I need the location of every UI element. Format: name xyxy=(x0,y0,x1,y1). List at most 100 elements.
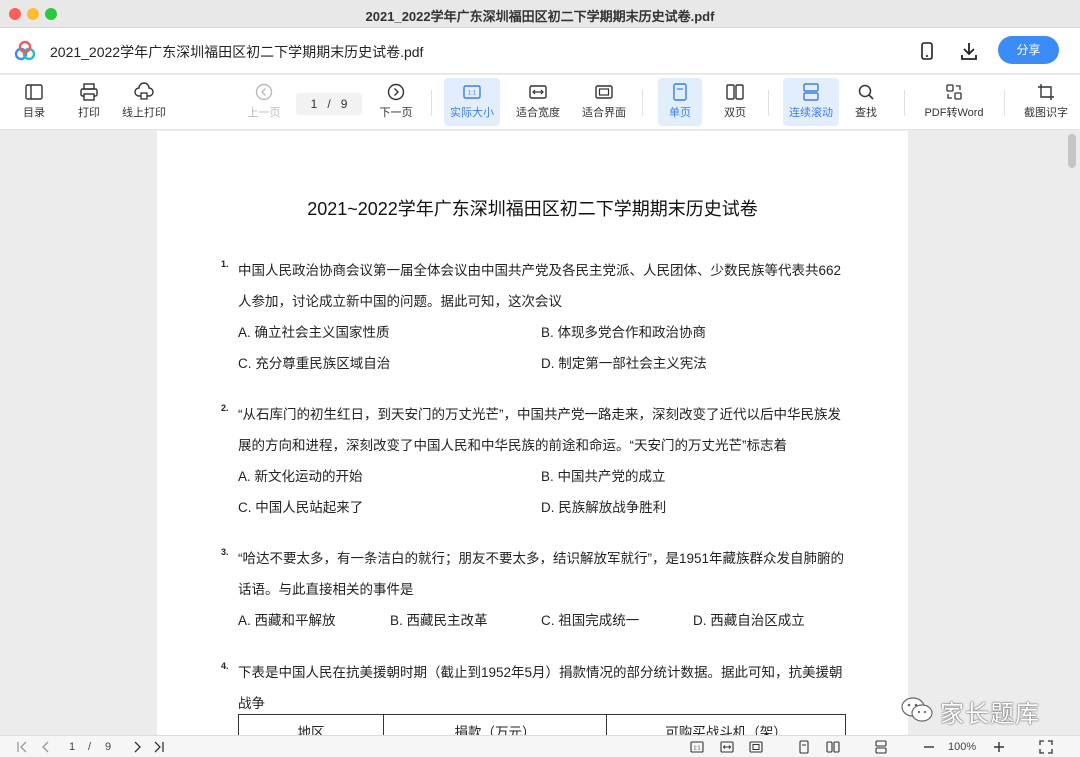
question-number: 2. xyxy=(221,403,229,413)
question-number: 1. xyxy=(221,259,229,269)
sidebar-icon xyxy=(25,84,43,100)
question-text-line: 话语。与此直接相关的事件是 xyxy=(238,582,414,597)
double-page-icon xyxy=(726,84,744,100)
chevron-left-circle-icon xyxy=(255,83,273,101)
option-d: D. 制定第一部社会主义宪法 xyxy=(541,356,707,371)
next-page-button[interactable]: 下一页 xyxy=(376,78,416,126)
app-logo-icon xyxy=(14,40,36,61)
page-current: 1 xyxy=(310,97,318,111)
question-number: 3. xyxy=(221,547,229,557)
actual-size-label: 实际大小 xyxy=(450,107,494,119)
continuous-scroll-label: 连续滚动 xyxy=(789,107,833,119)
question-text-line: 战争 xyxy=(238,696,265,711)
ocr-label: 截图识字 xyxy=(1024,107,1068,119)
wechat-icon xyxy=(901,697,933,722)
option-a: A. 新文化运动的开始 xyxy=(238,469,363,484)
option-d: D. 西藏自治区成立 xyxy=(693,613,805,628)
question-text-line: “哈达不要太多，有一条洁白的就行；朋友不要太多，结识解放军就行”，是1951年藏… xyxy=(238,551,845,566)
question-text-line: 下表是中国人民在抗美援朝时期（截止到1952年5月）捐款情况的部分统计数据。据此… xyxy=(238,665,843,680)
last-page-icon[interactable] xyxy=(152,739,166,755)
next-page-icon[interactable] xyxy=(130,739,144,755)
next-page-label: 下一页 xyxy=(379,107,413,119)
fullscreen-icon[interactable] xyxy=(1039,739,1053,755)
first-page-icon[interactable] xyxy=(15,739,29,755)
toolbar-divider xyxy=(768,90,769,116)
double-page-label: 双页 xyxy=(724,107,746,119)
fit-width-icon[interactable] xyxy=(720,739,734,755)
document-viewer[interactable]: 2021~2022学年广东深圳福田区初二下学期期末历史试卷 1. 中国人民政治协… xyxy=(0,131,1080,735)
toc-button[interactable]: 目录 xyxy=(14,78,54,126)
option-a: A. 确立社会主义国家性质 xyxy=(238,325,390,340)
double-page-icon[interactable] xyxy=(826,739,840,755)
document-title: 2021_2022学年广东深圳福田区初二下学期期末历史试卷.pdf xyxy=(50,44,424,60)
single-page-button[interactable]: 单页 xyxy=(658,78,702,126)
table-header-cell: 地区 xyxy=(238,714,384,735)
fit-page-label: 适合界面 xyxy=(582,107,626,119)
table-header-row: 地区 捐款（万元） 可购买战斗机（架） xyxy=(238,714,846,735)
convert-icon xyxy=(946,84,962,100)
fit-page-icon xyxy=(595,85,613,99)
fit-width-icon xyxy=(529,85,547,99)
option-b: B. 西藏民主改革 xyxy=(390,613,488,628)
printer-icon xyxy=(80,83,98,101)
actual-size-icon: 1:1 xyxy=(463,85,481,99)
online-print-button[interactable]: 线上打印 xyxy=(118,78,170,126)
svg-text:1:1: 1:1 xyxy=(468,91,477,97)
option-c: C. 中国人民站起来了 xyxy=(238,500,364,515)
prev-page-button[interactable]: 上一页 xyxy=(244,78,284,126)
zoom-level[interactable]: 100% xyxy=(948,739,976,755)
option-a: A. 西藏和平解放 xyxy=(238,613,336,628)
search-label: 查找 xyxy=(855,107,877,119)
share-button[interactable]: 分享 xyxy=(998,36,1059,64)
option-c: C. 充分尊重民族区域自治 xyxy=(238,356,391,371)
toolbar-divider xyxy=(904,90,905,116)
donation-table: 地区 捐款（万元） 可购买战斗机（架） xyxy=(238,714,846,735)
toolbar-divider xyxy=(1004,90,1005,116)
phone-icon[interactable] xyxy=(916,40,938,62)
actual-size-button[interactable]: 1:1 实际大小 xyxy=(444,78,500,126)
cloud-print-icon xyxy=(134,82,154,100)
search-icon xyxy=(858,84,874,100)
pdf-to-word-label: PDF转Word xyxy=(924,107,984,119)
fit-width-label: 适合宽度 xyxy=(516,107,560,119)
fit-page-icon[interactable] xyxy=(749,739,763,755)
double-page-button[interactable]: 双页 xyxy=(713,78,757,126)
watermark: 家长题库 xyxy=(900,690,1060,730)
search-button[interactable]: 查找 xyxy=(846,78,886,126)
single-page-icon[interactable] xyxy=(797,739,811,755)
print-button[interactable]: 打印 xyxy=(69,78,109,126)
question-text-line: 中国人民政治协商会议第一届全体会议由中国共产党及各民主党派、人民团体、少数民族等… xyxy=(238,263,842,278)
continuous-scroll-icon xyxy=(803,83,819,101)
svg-text:1:1: 1:1 xyxy=(694,746,701,752)
zoom-out-icon[interactable] xyxy=(922,739,936,755)
toolbar-divider xyxy=(431,90,432,116)
fit-width-button[interactable]: 适合宽度 xyxy=(512,78,564,126)
ocr-button[interactable]: 截图识字 xyxy=(1018,78,1074,126)
toolbar-divider xyxy=(642,90,643,116)
status-page-total: 9 xyxy=(105,741,112,753)
watermark-text: 家长题库 xyxy=(940,701,1040,728)
toolbar: 目录 打印 线上打印 上一页 下一页 1:1 实际大小 适合宽度 适合界面 单页… xyxy=(0,75,1080,130)
option-b: B. 体现多党合作和政治协商 xyxy=(541,325,707,340)
option-c: C. 祖国完成统一 xyxy=(541,613,640,628)
actual-size-icon[interactable]: 1:1 xyxy=(690,739,704,755)
print-label: 打印 xyxy=(78,107,100,119)
download-icon[interactable] xyxy=(958,40,980,62)
page-number-box[interactable]: 1 / 9 xyxy=(296,93,362,115)
online-print-label: 线上打印 xyxy=(122,107,166,119)
fit-page-button[interactable]: 适合界面 xyxy=(578,78,630,126)
window-title: 2021_2022学年广东深圳福田区初二下学期期末历史试卷.pdf xyxy=(365,9,715,24)
window-titlebar: 2021_2022学年广东深圳福田区初二下学期期末历史试卷.pdf xyxy=(0,0,1080,28)
question-number: 4. xyxy=(221,661,229,671)
status-page-separator: / xyxy=(88,741,92,753)
prev-page-icon[interactable] xyxy=(39,739,53,755)
prev-page-label: 上一页 xyxy=(247,107,281,119)
zoom-in-icon[interactable] xyxy=(992,739,1006,755)
continuous-scroll-icon[interactable] xyxy=(874,739,888,755)
table-header-cell: 捐款（万元） xyxy=(383,714,607,735)
vertical-scrollbar[interactable] xyxy=(1068,134,1076,168)
exam-title: 2021~2022学年广东深圳福田区初二下学期期末历史试卷 xyxy=(307,199,758,219)
pdf-to-word-button[interactable]: PDF转Word xyxy=(918,78,990,126)
continuous-scroll-button[interactable]: 连续滚动 xyxy=(783,78,839,126)
app-header: 2021_2022学年广东深圳福田区初二下学期期末历史试卷.pdf 分享 xyxy=(0,28,1080,74)
